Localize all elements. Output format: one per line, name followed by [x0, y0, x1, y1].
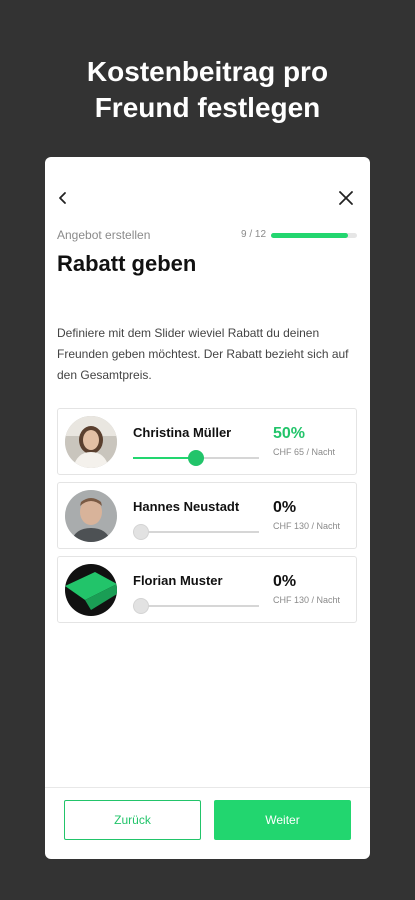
friend-row-christina: Christina Müller 50% CHF 65 / Nacht — [57, 408, 357, 475]
promo-headline-line2: Freund festlegen — [94, 92, 321, 123]
friend-row-hannes: Hannes Neustadt 0% CHF 130 / Nacht — [57, 482, 357, 549]
back-button[interactable]: Zurück — [64, 800, 201, 840]
discount-value: 0% — [273, 573, 297, 590]
friend-name: Hannes Neustadt — [133, 499, 240, 514]
discount-slider[interactable] — [133, 524, 259, 540]
footer-divider — [45, 787, 370, 788]
discount-value: 0% — [273, 499, 297, 516]
price-per-night: CHF 130 / Nacht — [273, 595, 341, 605]
discount-slider[interactable] — [133, 450, 259, 466]
avatar — [65, 416, 117, 468]
promo-headline-line1: Kostenbeitrag pro — [86, 56, 329, 87]
discount-slider[interactable] — [133, 598, 259, 614]
price-per-night: CHF 65 / Nacht — [273, 447, 336, 457]
description-text: Definiere mit dem Slider wieviel Rabatt … — [57, 326, 349, 382]
chevron-left-icon — [59, 192, 66, 204]
close-icon — [339, 191, 353, 205]
step-counter: 9 / 12 — [241, 229, 267, 240]
progress-bar — [271, 233, 357, 238]
next-button[interactable]: Weiter — [214, 800, 351, 840]
discount-value: 50% — [273, 425, 306, 442]
price-per-night: CHF 130 / Nacht — [273, 521, 341, 531]
friend-name: Florian Muster — [133, 573, 223, 588]
slider-thumb[interactable] — [188, 450, 204, 466]
page-title: Rabatt geben — [57, 251, 197, 276]
progress-bar-fill — [271, 233, 349, 238]
slider-thumb[interactable] — [133, 598, 149, 614]
step-label: Angebot erstellen — [57, 228, 151, 242]
friend-name: Christina Müller — [133, 425, 232, 440]
avatar — [65, 490, 117, 542]
slider-track — [133, 531, 259, 533]
close-button[interactable] — [332, 184, 360, 212]
promo-headline: Kostenbeitrag pro Freund festlegen — [0, 54, 415, 126]
back-icon-button[interactable] — [49, 184, 77, 212]
slider-thumb[interactable] — [133, 524, 149, 540]
offer-card: Angebot erstellen 9 / 12 Rabatt geben De… — [45, 157, 370, 859]
slider-fill — [133, 457, 196, 459]
avatar — [65, 564, 117, 616]
slider-track — [133, 605, 259, 607]
friend-row-florian: Florian Muster 0% CHF 130 / Nacht — [57, 556, 357, 623]
